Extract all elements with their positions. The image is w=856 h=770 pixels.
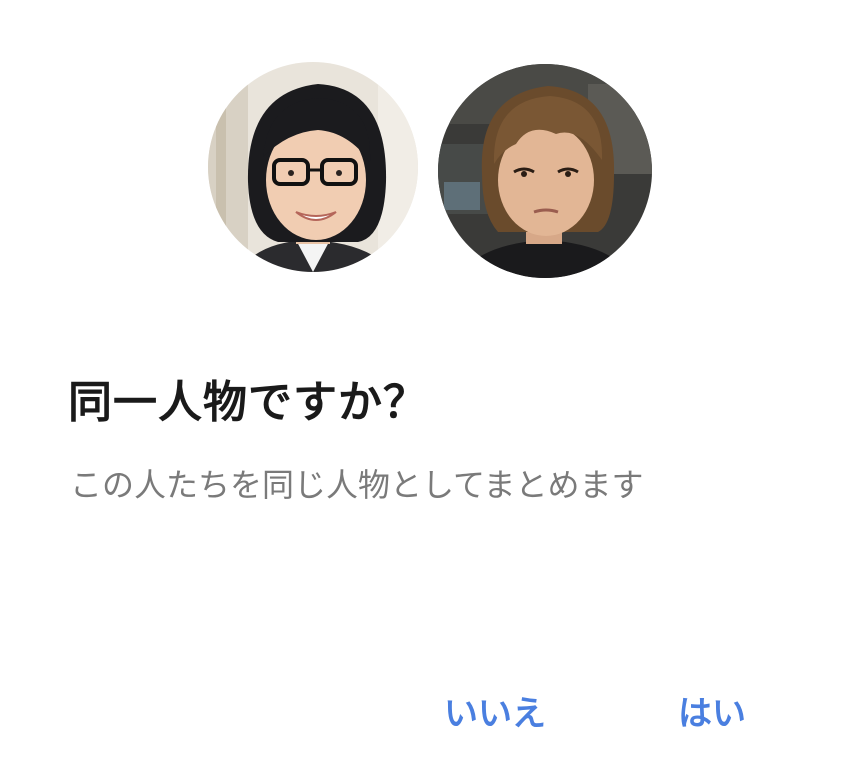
avatar-face-2 xyxy=(438,64,652,278)
face-photo-1-image xyxy=(208,62,418,272)
yes-button[interactable]: はい xyxy=(678,686,746,735)
avatar-face-1 xyxy=(208,62,418,272)
merge-faces-dialog: 同一人物ですか？ この人たちを同じ人物としてまとめます いいえ はい xyxy=(0,0,856,770)
dialog-title: 同一人物ですか？ xyxy=(68,377,428,428)
face-photo-2-image xyxy=(438,64,652,278)
dialog-description: この人たちを同じ人物としてまとめます xyxy=(70,466,644,504)
avatar-group xyxy=(208,62,658,278)
no-button[interactable]: いいえ xyxy=(444,686,546,735)
